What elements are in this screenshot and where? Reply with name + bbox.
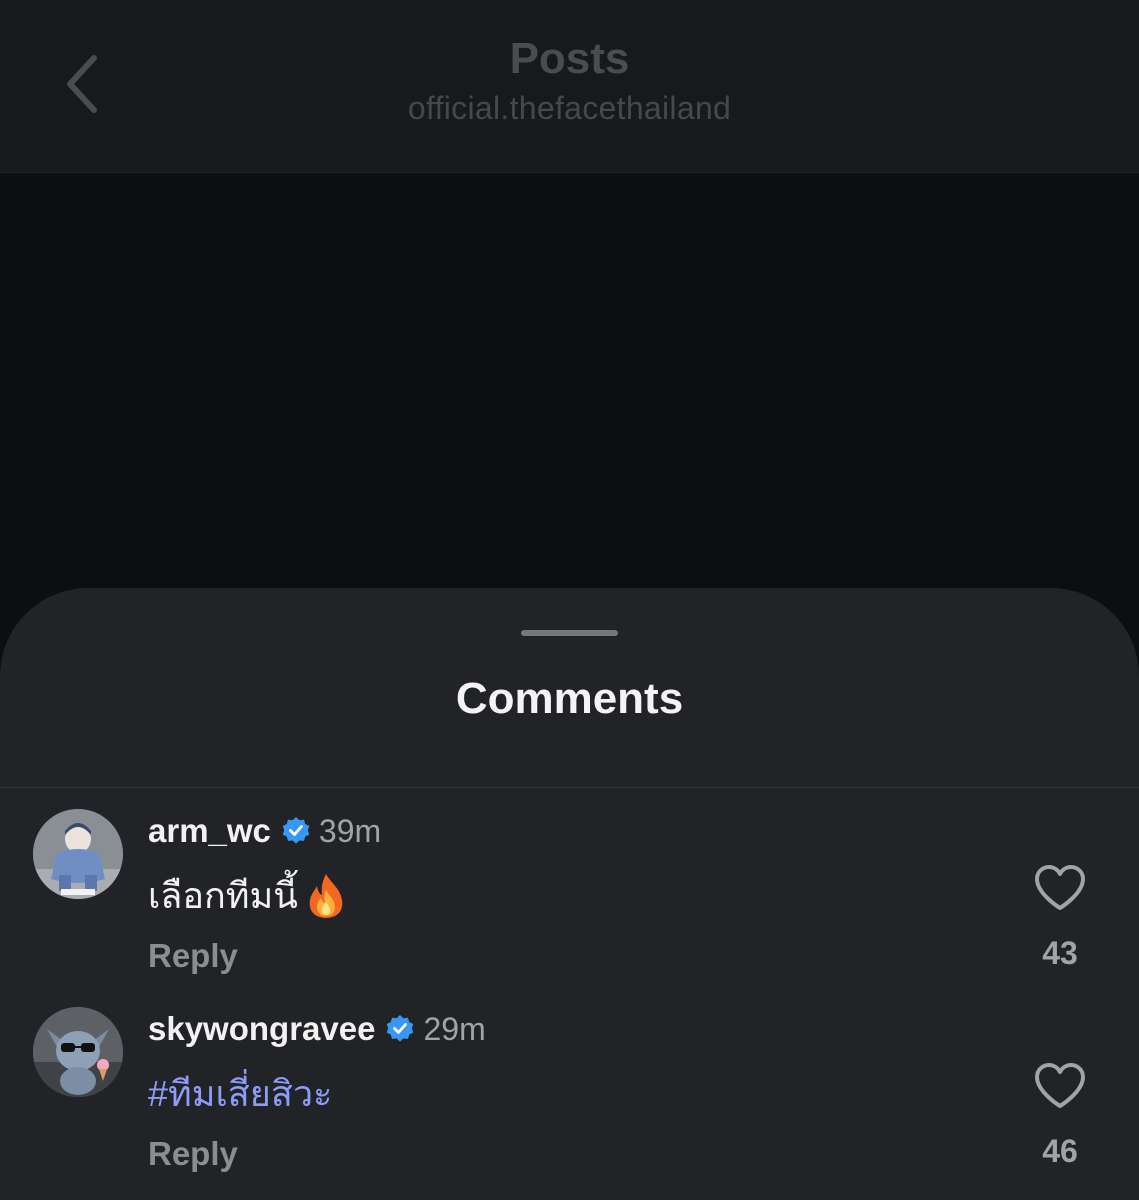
- account-username: official.thefacethailand: [407, 90, 732, 126]
- comment-username[interactable]: skywongravee: [148, 1010, 375, 1048]
- comment-timestamp: 29m: [423, 1010, 486, 1047]
- comment-item: arm_wc 39m เลือกทีมนี้ Reply 43: [0, 809, 1139, 999]
- avatar-image: [33, 809, 123, 899]
- avatar-image: [33, 1007, 123, 1097]
- comment-header: skywongravee 29m: [148, 1009, 486, 1049]
- verified-badge-icon: [387, 1015, 414, 1042]
- comment-item: skywongravee 29m #ทีมเสี่ยสิวะ Reply 46: [0, 1007, 1139, 1197]
- post-media-area: [0, 173, 1139, 593]
- comment-text: เลือกทีมนี้: [148, 875, 298, 916]
- comment-header: arm_wc 39m: [148, 811, 381, 851]
- hashtag-link[interactable]: #ทีมเสี่ยสิวะ: [148, 1065, 332, 1122]
- like-count: 46: [1042, 1133, 1078, 1169]
- heart-icon[interactable]: [1033, 1061, 1087, 1111]
- comment-timestamp: 39m: [318, 812, 382, 849]
- sheet-drag-handle[interactable]: [521, 630, 618, 636]
- comment-text-row: #ทีมเสี่ยสิวะ: [148, 1065, 332, 1122]
- top-nav-bar: Posts official.thefacethailand: [0, 0, 1139, 173]
- verified-badge-icon: [282, 817, 310, 844]
- fire-emoji-icon: [309, 873, 343, 918]
- heart-icon[interactable]: [1033, 863, 1087, 913]
- divider: [0, 787, 1139, 788]
- comment-username[interactable]: arm_wc: [148, 812, 271, 850]
- comments-sheet: Comments arm_wc 39m เลือกทีมนี้ Reply 43…: [0, 588, 1139, 1200]
- comment-text-row: เลือกทีมนี้: [148, 867, 348, 924]
- avatar[interactable]: [33, 809, 123, 899]
- page-title: Posts: [509, 34, 630, 83]
- posts-screen: Posts official.thefacethailand Comments: [0, 0, 1139, 1200]
- avatar[interactable]: [33, 1007, 123, 1097]
- like-count: 43: [1042, 935, 1078, 971]
- comments-title: Comments: [455, 674, 684, 723]
- reply-button[interactable]: Reply: [148, 937, 238, 975]
- reply-button[interactable]: Reply: [148, 1135, 238, 1173]
